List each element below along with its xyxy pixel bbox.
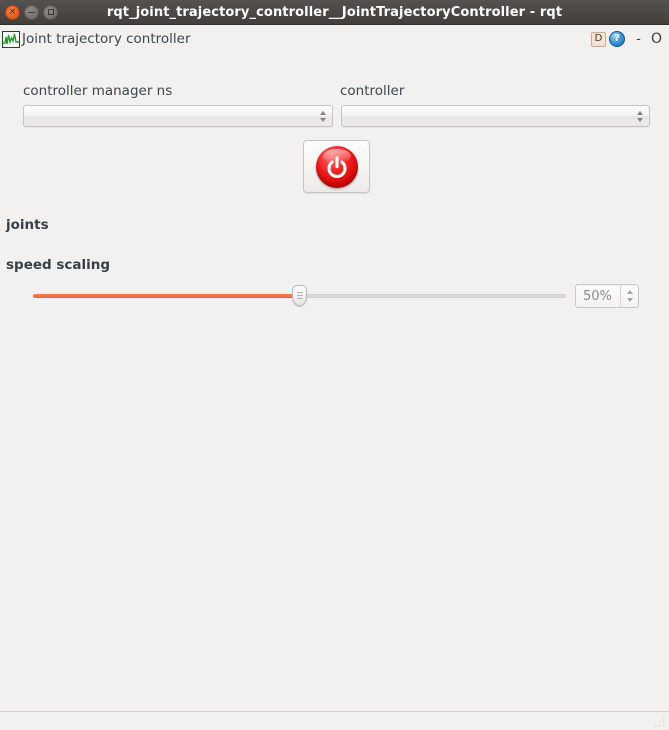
controller-label: controller: [340, 83, 405, 99]
speed-scaling-slider[interactable]: [33, 285, 566, 307]
controller-manager-ns-combobox[interactable]: [23, 105, 333, 127]
rqt-main-window: × rqt_joint_trajectory_controller__Joint…: [0, 0, 669, 730]
plugin-content: controller manager ns controller joints …: [0, 53, 669, 711]
speed-scaling-label: speed scaling: [6, 257, 111, 273]
speed-scaling-value: 50%: [583, 288, 612, 304]
joints-label: joints: [6, 217, 49, 233]
maximize-icon: [44, 6, 57, 19]
plugin-window-controls: D ? - O: [591, 31, 663, 47]
rqt-plot-icon: [2, 30, 20, 48]
window-titlebar: × rqt_joint_trajectory_controller__Joint…: [0, 0, 669, 25]
resize-grip-icon[interactable]: [653, 715, 667, 729]
power-icon: [315, 145, 358, 188]
controller-manager-ns-label: controller manager ns: [23, 83, 173, 99]
enable-controller-button[interactable]: [303, 140, 370, 193]
plugin-minimize-button[interactable]: -: [632, 31, 645, 47]
spinbox-arrows[interactable]: [620, 285, 638, 307]
plugin-header: Joint trajectory controller D ? - O: [0, 25, 669, 53]
window-title: rqt_joint_trajectory_controller__JointTr…: [106, 4, 563, 20]
window-controls: ×: [0, 4, 58, 20]
chevron-updown-icon: [637, 110, 643, 122]
help-icon[interactable]: ?: [609, 31, 625, 47]
window-close-button[interactable]: ×: [5, 4, 20, 20]
slider-fill: [33, 294, 300, 298]
status-bar: [0, 711, 669, 730]
close-icon: ×: [8, 6, 17, 17]
plugin-close-button[interactable]: O: [650, 31, 663, 47]
minimize-icon: [25, 6, 38, 19]
controller-combobox[interactable]: [341, 105, 650, 127]
plugin-title: Joint trajectory controller: [22, 31, 191, 47]
spinbox-down-icon[interactable]: [626, 298, 633, 302]
speed-scaling-spinbox[interactable]: 50%: [575, 284, 639, 308]
slider-handle[interactable]: [292, 285, 307, 306]
window-maximize-button[interactable]: [43, 4, 58, 20]
spinbox-up-icon[interactable]: [626, 290, 633, 294]
chevron-updown-icon: [320, 110, 326, 122]
dock-widget-button[interactable]: D: [591, 31, 606, 47]
window-minimize-button[interactable]: [24, 4, 39, 20]
